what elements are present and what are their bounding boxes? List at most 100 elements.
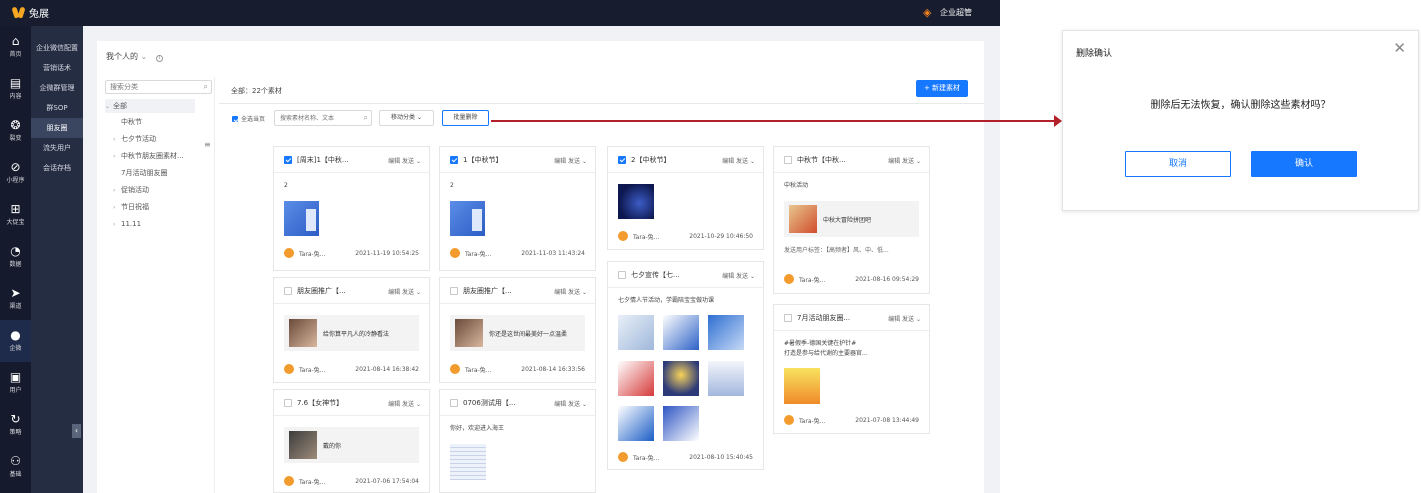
card-checkbox[interactable] bbox=[618, 156, 626, 164]
material-card[interactable]: 7.6【女神节】 编辑 发送 ⌄ 戴的你 Tara-兔... 2021-07-06 … bbox=[273, 389, 430, 493]
chat-icon: ● bbox=[10, 328, 21, 342]
card-actions[interactable]: 编辑 发送 ⌄ bbox=[388, 399, 421, 408]
link-preview[interactable]: 中秋大冒险拼团吧 bbox=[784, 201, 919, 237]
card-time: 2021-10-29 10:46:50 bbox=[689, 232, 753, 240]
logo[interactable]: 兔展 bbox=[12, 5, 49, 20]
card-actions[interactable]: 编辑 发送 ⌄ bbox=[888, 314, 921, 323]
card-checkbox[interactable] bbox=[450, 399, 458, 407]
bulk-delete-button[interactable]: 批量删除 bbox=[442, 110, 489, 126]
new-material-button[interactable]: + 新建素材 bbox=[916, 80, 968, 97]
subnav-group-manage[interactable]: 企微群管理 bbox=[31, 78, 83, 98]
card-checkbox[interactable] bbox=[450, 287, 458, 295]
material-card[interactable]: 0706测试用【... 编辑 发送 ⌄ 你好，欢迎进入海王 bbox=[439, 389, 596, 493]
card-text: 你好，欢迎进入海王 bbox=[450, 425, 505, 432]
subnav-group-sop[interactable]: 群SOP bbox=[31, 98, 83, 118]
nav-item-data[interactable]: ◔ 数据 bbox=[0, 236, 31, 278]
material-card[interactable]: 朋友圈推广【... 编辑 发送 ⌄ 你还是这世间最美好一点温柔 Tara-兔...… bbox=[439, 277, 596, 383]
category-search[interactable]: ⌕ bbox=[105, 80, 212, 94]
material-card[interactable]: [周末]1【中秋... 编辑 发送 ⌄ 2 Tara-兔... 2021-11-19… bbox=[273, 146, 430, 271]
link-preview[interactable]: 戴的你 bbox=[284, 427, 419, 463]
card-checkbox[interactable] bbox=[784, 314, 792, 322]
material-card[interactable]: 2【中秋节】 编辑 发送 ⌄ Tara-兔... 2021-10-29 10:46:… bbox=[607, 146, 764, 250]
tree-node-july[interactable]: 7月活动朋友圈 bbox=[121, 166, 167, 180]
select-all-page[interactable]: 全选当页 bbox=[232, 114, 265, 123]
tree-node-1111[interactable]: › 11.11 bbox=[113, 217, 141, 231]
card-actions[interactable]: 编辑 发送 ⌄ bbox=[888, 156, 921, 165]
card-actions[interactable]: 编辑 发送 ⌄ bbox=[722, 271, 755, 280]
card-image bbox=[450, 201, 485, 236]
card-actions[interactable]: 编辑 发送 ⌄ bbox=[722, 156, 755, 165]
tree-node-promotion[interactable]: › 促销活动 bbox=[113, 183, 149, 197]
dialog-message: 删除后无法恢复，确认删除这些素材吗？ bbox=[1150, 100, 1331, 111]
author-avatar bbox=[284, 248, 294, 258]
logo-text: 兔展 bbox=[29, 9, 49, 20]
nav-item-wecom[interactable]: ● 企微 bbox=[0, 320, 31, 362]
card-checkbox[interactable] bbox=[284, 156, 292, 164]
confirm-button[interactable]: 确认 bbox=[1251, 151, 1357, 177]
collapse-sidebar-icon[interactable]: ‹ bbox=[72, 424, 81, 438]
secondary-nav: 企业微信配置 营销话术 企微群管理 群SOP 朋友圈 流失用户 会话存档 ‹ bbox=[31, 26, 83, 493]
nav-item-channel[interactable]: ➤ 渠道 bbox=[0, 278, 31, 320]
nav-item-promo[interactable]: ⊞ 大促宝 bbox=[0, 194, 31, 236]
material-card[interactable]: 中秋节【中秋... 编辑 发送 ⌄ 中秋活动 中秋大冒险拼团吧 发送用户标签：【高… bbox=[773, 146, 930, 294]
home-icon: ⌂ bbox=[11, 34, 20, 48]
card-text: 2 bbox=[450, 182, 454, 189]
nav-item-home[interactable]: ⌂ 首页 bbox=[0, 26, 31, 68]
card-actions[interactable]: 编辑 发送 ⌄ bbox=[388, 156, 421, 165]
material-card[interactable]: 朋友圈推广【... 编辑 发送 ⌄ 给你算平凡人的冷静看法 Tara-兔... 20… bbox=[273, 277, 430, 383]
tree-node-mid-autumn-moments[interactable]: › 中秋节朋友圈素材... bbox=[113, 149, 184, 163]
caret-right-icon: › bbox=[113, 187, 116, 194]
sync-icon: ↻ bbox=[10, 412, 21, 426]
card-actions[interactable]: 编辑 发送 ⌄ bbox=[554, 287, 587, 296]
material-search-input[interactable] bbox=[280, 111, 360, 125]
card-image bbox=[784, 368, 820, 404]
material-card[interactable]: 七夕宣传【七... 编辑 发送 ⌄ 七夕情人节活动，学霸陪宝宝做功课 Tara-兔… bbox=[607, 261, 764, 470]
subnav-moments[interactable]: 朋友圈 bbox=[31, 118, 83, 138]
annotation-arrow-head bbox=[1054, 115, 1062, 127]
more-icon[interactable]: ≡ bbox=[204, 140, 211, 149]
info-icon[interactable]: i bbox=[155, 55, 163, 62]
subnav-scripts[interactable]: 营销话术 bbox=[31, 58, 83, 78]
select-all-checkbox[interactable] bbox=[232, 115, 238, 122]
card-actions[interactable]: 编辑 发送 ⌄ bbox=[554, 399, 587, 408]
author-name: Tara-兔... bbox=[465, 366, 492, 374]
nav-item-strategy[interactable]: ↻ 策略 bbox=[0, 404, 31, 446]
material-card[interactable]: 1【中秋节】 编辑 发送 ⌄ 2 Tara-兔... 2021-11-03 11:4… bbox=[439, 146, 596, 271]
category-search-input[interactable] bbox=[110, 81, 202, 93]
nav-item-basic[interactable]: ⚇ 基础 bbox=[0, 446, 31, 488]
card-actions[interactable]: 编辑 发送 ⌄ bbox=[554, 156, 587, 165]
author-name: Tara-兔... bbox=[799, 417, 826, 425]
material-card[interactable]: 7月活动朋友圈... 编辑 发送 ⌄ #暑假季-德国关键在护针# 打造是参与给代谢… bbox=[773, 304, 930, 434]
tree-node-mid-autumn[interactable]: 中秋节 bbox=[121, 115, 142, 129]
subnav-chat-archive[interactable]: 会话存档 bbox=[31, 158, 83, 178]
card-title: 7.6【女神节】 bbox=[297, 399, 344, 407]
nav-item-miniprogram[interactable]: ⊘ 小程序 bbox=[0, 152, 31, 194]
move-category-button[interactable]: 移动分类 ⌄ bbox=[379, 110, 434, 126]
nav-item-users[interactable]: ▣ 用户 bbox=[0, 362, 31, 404]
subnav-wecom-config[interactable]: 企业微信配置 bbox=[31, 38, 83, 58]
card-checkbox[interactable] bbox=[784, 156, 792, 164]
scope-selector[interactable]: 我个人的 ⌄ i bbox=[106, 51, 163, 62]
cancel-button[interactable]: 取消 bbox=[1125, 151, 1231, 177]
tree-node-all[interactable]: ⌄ 全部 bbox=[105, 99, 195, 113]
link-preview[interactable]: 你还是这世间最美好一点温柔 bbox=[450, 315, 585, 351]
card-checkbox[interactable] bbox=[284, 399, 292, 407]
grid-image bbox=[663, 315, 699, 350]
nav-item-fission[interactable]: ❂ 裂变 bbox=[0, 110, 31, 152]
link-preview[interactable]: 给你算平凡人的冷静看法 bbox=[284, 315, 419, 351]
author-name: Tara-兔... bbox=[299, 250, 326, 258]
subnav-lost-users[interactable]: 流失用户 bbox=[31, 138, 83, 158]
tree-node-holiday[interactable]: › 节日祝福 bbox=[113, 200, 149, 214]
card-checkbox[interactable] bbox=[450, 156, 458, 164]
material-search[interactable]: ⌕ bbox=[274, 110, 372, 126]
nav-item-content[interactable]: ▤ 内容 bbox=[0, 68, 31, 110]
tree-node-qixi[interactable]: › 七夕节活动 bbox=[113, 132, 156, 146]
caret-right-icon: › bbox=[113, 221, 116, 228]
card-checkbox[interactable] bbox=[618, 271, 626, 279]
card-checkbox[interactable] bbox=[284, 287, 292, 295]
corp-admin[interactable]: ◈ 企业超管 bbox=[923, 7, 972, 18]
author-avatar bbox=[450, 364, 460, 374]
card-text: 七夕情人节活动，学霸陪宝宝做功课 bbox=[618, 297, 715, 304]
card-actions[interactable]: 编辑 发送 ⌄ bbox=[388, 287, 421, 296]
close-icon[interactable]: ✕ bbox=[1393, 41, 1406, 56]
